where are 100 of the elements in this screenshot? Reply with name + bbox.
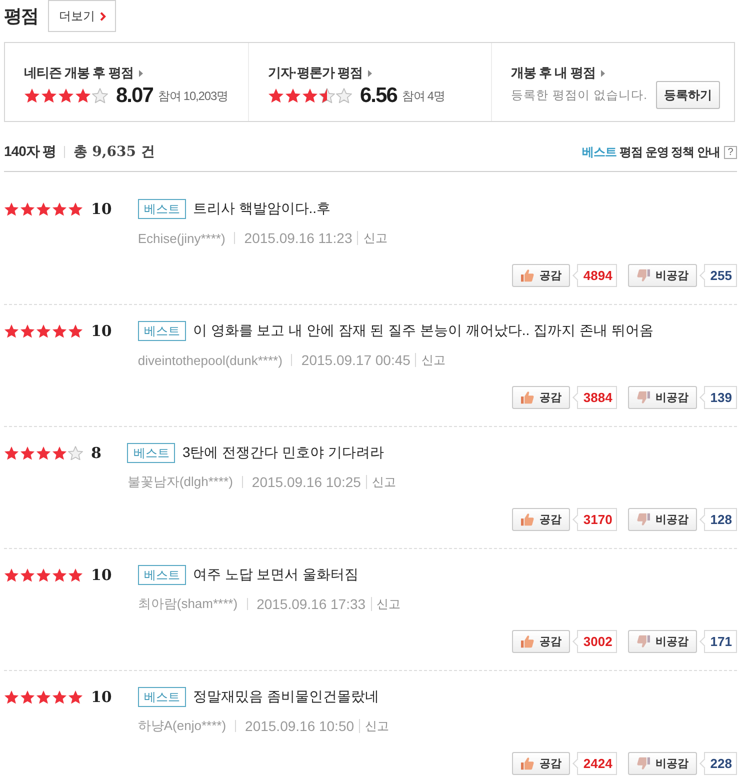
star-icon bbox=[268, 88, 284, 104]
dislike-count: 171 bbox=[700, 630, 737, 653]
star-icon bbox=[41, 88, 57, 104]
star-icon bbox=[4, 446, 19, 460]
review-score: 10 bbox=[91, 565, 112, 585]
report-link[interactable]: 신고 bbox=[372, 474, 396, 490]
star-icon bbox=[75, 88, 91, 104]
average-score: 6.56 bbox=[360, 84, 397, 108]
report-link[interactable]: 신고 bbox=[376, 596, 401, 612]
report-link[interactable]: 신고 bbox=[421, 352, 446, 368]
dislike-button[interactable]: 비공감 bbox=[628, 508, 698, 531]
thumbs-up-icon bbox=[521, 269, 534, 282]
participant-count: 참여 4명 bbox=[402, 88, 445, 104]
total-count: 총 9,635 건 bbox=[73, 143, 155, 161]
star-icon bbox=[58, 88, 74, 104]
star-icon bbox=[52, 324, 67, 338]
half-star-icon bbox=[319, 88, 335, 104]
star-icon bbox=[20, 446, 35, 460]
like-count: 3884 bbox=[573, 386, 618, 409]
report-link[interactable]: 신고 bbox=[365, 718, 390, 734]
thumbs-up-icon bbox=[521, 513, 534, 526]
review-date: 2015.09.16 11:23 bbox=[244, 230, 352, 246]
thumbs-down-icon bbox=[637, 757, 650, 770]
review-score: 10 bbox=[91, 199, 112, 219]
caret-right-icon bbox=[139, 70, 144, 76]
like-button[interactable]: 공감 bbox=[512, 508, 570, 531]
like-button[interactable]: 공감 bbox=[512, 264, 570, 287]
best-badge: 베스트 bbox=[138, 321, 186, 341]
like-button[interactable]: 공감 bbox=[512, 630, 570, 653]
like-count: 2424 bbox=[573, 752, 618, 775]
dislike-button[interactable]: 비공감 bbox=[628, 264, 698, 287]
dislike-count: 128 bbox=[700, 508, 737, 531]
dislike-count: 228 bbox=[700, 752, 737, 775]
star-icon bbox=[36, 202, 51, 216]
star-icon bbox=[4, 568, 19, 582]
review-date: 2015.09.16 10:50 bbox=[245, 718, 354, 734]
review-date: 2015.09.16 17:33 bbox=[256, 596, 366, 612]
review-author: 불꽃남자(dlgh****) bbox=[127, 473, 233, 491]
caret-right-icon bbox=[368, 70, 372, 76]
star-icon bbox=[36, 446, 51, 460]
review-author: 하냥A(enjo****) bbox=[138, 717, 226, 735]
dislike-button[interactable]: 비공감 bbox=[628, 752, 698, 775]
like-count: 3002 bbox=[573, 630, 618, 653]
review-text: 3탄에 전쟁간다 민호야 기다려라 bbox=[182, 444, 384, 462]
best-badge: 베스트 bbox=[138, 687, 186, 707]
thumbs-down-icon bbox=[637, 513, 650, 526]
report-link[interactable]: 신고 bbox=[363, 230, 388, 246]
like-count: 3170 bbox=[573, 508, 618, 531]
section-title: 평점 bbox=[4, 5, 38, 28]
star-icon bbox=[20, 568, 35, 582]
rating-title-link[interactable]: 네티즌 개봉 후 평점 bbox=[24, 64, 144, 82]
more-button[interactable]: 더보기 bbox=[48, 0, 116, 32]
thumbs-up-icon bbox=[521, 757, 534, 770]
caret-right-icon bbox=[601, 70, 606, 76]
like-button[interactable]: 공감 bbox=[512, 386, 570, 409]
policy-link[interactable]: 베스트 평점 운영 정책 안내 bbox=[582, 144, 720, 160]
star-icon bbox=[36, 324, 51, 338]
star-icon bbox=[302, 88, 318, 104]
rating-title-link[interactable]: 기자·평론가 평점 bbox=[268, 64, 372, 82]
star-icon bbox=[4, 690, 19, 704]
review-text: 트리사 핵발암이다..후 bbox=[192, 200, 331, 218]
review-score: 8 bbox=[91, 443, 102, 463]
thumbs-down-icon bbox=[637, 269, 650, 282]
register-button[interactable]: 등록하기 bbox=[656, 81, 720, 109]
review-text: 여주 노답 보면서 울화터짐 bbox=[192, 566, 359, 584]
star-icon bbox=[68, 568, 83, 582]
star-icon bbox=[52, 202, 67, 216]
dislike-count: 255 bbox=[700, 264, 737, 287]
review-author: Echise(jiny****) bbox=[138, 230, 226, 246]
best-badge: 베스트 bbox=[127, 443, 176, 463]
average-score: 8.07 bbox=[116, 84, 153, 108]
review-author: 최아람(sham****) bbox=[138, 595, 238, 613]
empty-message: 등록한 평점이 없습니다. bbox=[511, 86, 648, 104]
like-button[interactable]: 공감 bbox=[512, 752, 570, 775]
thumbs-up-icon bbox=[521, 391, 534, 404]
rating-title-link[interactable]: 개봉 후 내 평점 bbox=[511, 64, 606, 82]
star-icon bbox=[20, 202, 35, 216]
chevron-right-icon bbox=[100, 12, 106, 20]
thumbs-up-icon bbox=[521, 635, 534, 648]
dislike-button[interactable]: 비공감 bbox=[628, 386, 698, 409]
star-icon bbox=[20, 690, 35, 704]
star-icon bbox=[285, 88, 301, 104]
star-icon bbox=[68, 690, 83, 704]
star-icon bbox=[52, 690, 67, 704]
star-icon bbox=[24, 88, 40, 104]
thumbs-down-icon bbox=[637, 635, 650, 648]
star-icon bbox=[68, 324, 83, 338]
help-button[interactable]: ? bbox=[724, 146, 737, 158]
dislike-button[interactable]: 비공감 bbox=[628, 630, 698, 653]
star-icon bbox=[4, 324, 19, 338]
review-date: 2015.09.17 00:45 bbox=[301, 352, 410, 368]
best-badge: 베스트 bbox=[138, 565, 186, 585]
star-icon bbox=[36, 690, 51, 704]
participant-count: 참여 10,203명 bbox=[158, 88, 228, 104]
review-score: 10 bbox=[91, 321, 112, 341]
star-icon bbox=[52, 568, 67, 582]
review-date: 2015.09.16 10:25 bbox=[252, 474, 361, 490]
dislike-count: 139 bbox=[700, 386, 737, 409]
review-author: diveintothepool(dunk****) bbox=[138, 352, 282, 368]
best-badge: 베스트 bbox=[138, 199, 186, 219]
